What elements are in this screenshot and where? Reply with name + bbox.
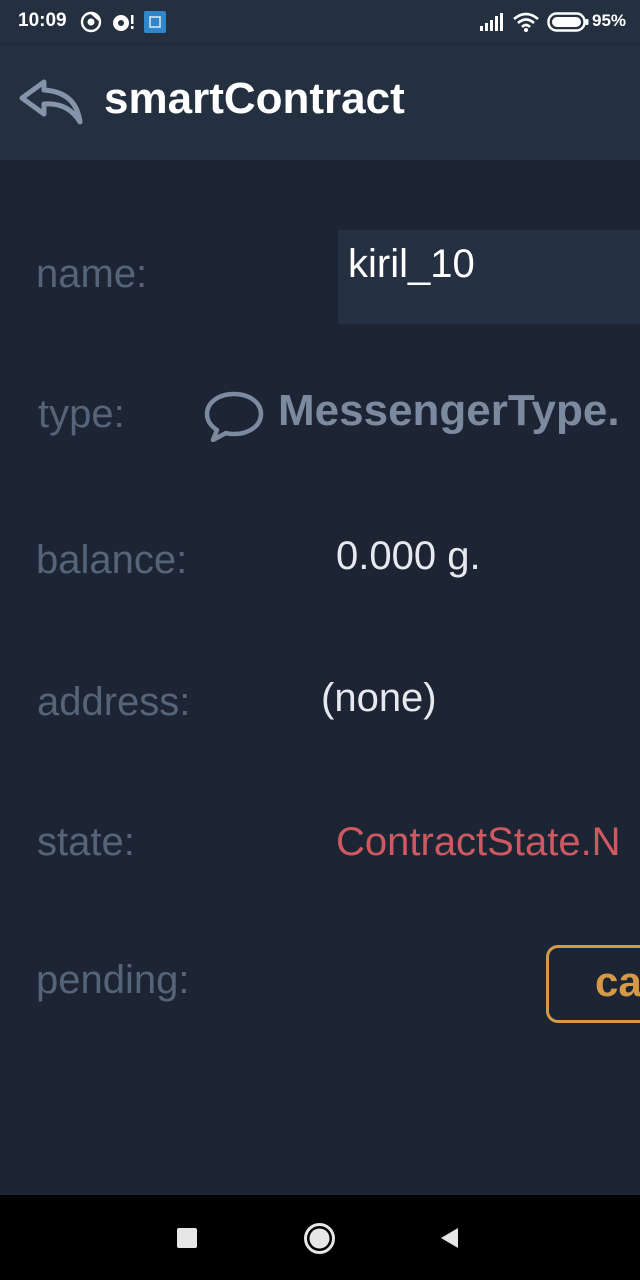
app-bar: smartContract	[0, 46, 640, 160]
home-circle-icon[interactable]	[303, 1222, 336, 1255]
battery-icon	[547, 12, 589, 32]
notification-icon	[113, 15, 134, 31]
chrome-icon	[80, 11, 102, 33]
chat-bubble-icon	[204, 391, 264, 442]
address-value: (none)	[321, 676, 437, 720]
state-label: state:	[37, 820, 135, 864]
status-bar: 10:09 95%	[0, 0, 640, 46]
system-nav-bar	[0, 1195, 640, 1280]
contract-details: name: kiril_10 type: MessengerType. bala…	[0, 160, 640, 1195]
balance-label: balance:	[36, 538, 188, 582]
address-label: address:	[37, 680, 191, 724]
name-input[interactable]: kiril_10	[338, 230, 640, 324]
battery-percent: 95%	[592, 11, 627, 30]
type-value: MessengerType.	[278, 386, 620, 435]
status-time: 10:09	[18, 10, 67, 31]
page-title: smartContract	[104, 74, 405, 123]
balance-value: 0.000 g.	[336, 534, 481, 578]
back-arrow-icon[interactable]	[18, 76, 84, 128]
wifi-icon	[513, 12, 539, 32]
pending-label: pending:	[36, 958, 190, 1002]
type-label: type:	[38, 392, 125, 436]
name-label: name:	[36, 252, 148, 296]
signal-icon	[480, 13, 503, 31]
app-icon	[144, 11, 166, 33]
back-triangle-icon[interactable]	[438, 1226, 462, 1250]
cancel-button[interactable]: ca	[546, 945, 640, 1023]
name-input-value: kiril_10	[348, 242, 475, 286]
state-value: ContractState.N	[336, 820, 621, 864]
recents-square-icon[interactable]	[176, 1227, 198, 1249]
